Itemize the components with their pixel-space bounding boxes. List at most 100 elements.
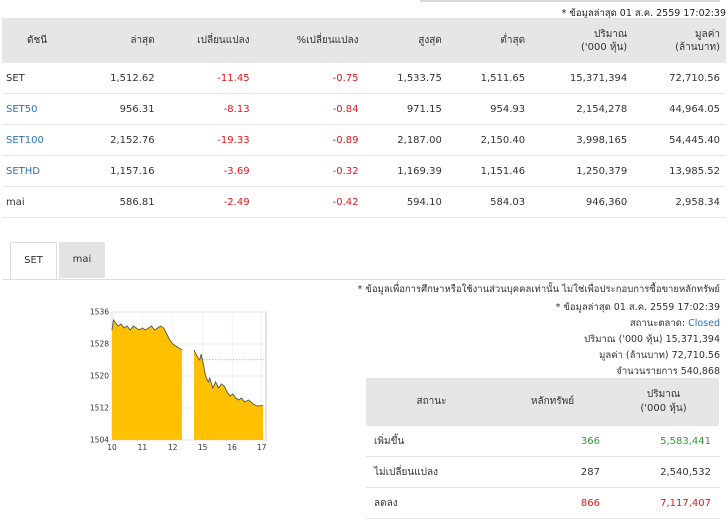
cell-value: 44,964.05 bbox=[633, 93, 726, 125]
x-tick-label: 16 bbox=[227, 443, 237, 452]
cell-last: 956.31 bbox=[77, 93, 161, 125]
cell-volume: 2,154,278 bbox=[531, 93, 634, 125]
cell-change: -8.13 bbox=[160, 93, 256, 125]
info-trades-label: จำนวนรายการ bbox=[616, 366, 678, 377]
count-unchanged: 287 bbox=[497, 456, 608, 488]
index-name: SET bbox=[2, 63, 78, 94]
info-value-value: 72,710.56 bbox=[671, 350, 720, 361]
tab-mai[interactable]: mai bbox=[59, 242, 105, 278]
disclaimer: * ข้อมูลเพื่อการศึกษาหรือใช้งานส่วนบุคคล… bbox=[357, 284, 720, 295]
cell-pct: -0.84 bbox=[255, 93, 365, 125]
cell-pct: -0.42 bbox=[255, 186, 365, 218]
volume-unchanged: 2,540,532 bbox=[608, 456, 719, 488]
cell-change: -3.69 bbox=[160, 155, 256, 187]
x-tick-label: 17 bbox=[257, 443, 267, 452]
cell-last: 2,152.76 bbox=[77, 124, 161, 156]
cell-high: 2,187.00 bbox=[364, 124, 448, 156]
info-value-label: มูลค่า (ล้านบาท) bbox=[599, 350, 669, 361]
col-status: สถานะ bbox=[366, 378, 497, 426]
cell-low: 584.03 bbox=[447, 186, 532, 218]
tab-set[interactable]: SET bbox=[10, 242, 57, 279]
y-tick-label: 1536 bbox=[90, 308, 109, 317]
info-value: มูลค่า (ล้านบาท) 72,710.56 bbox=[599, 348, 720, 363]
table-row: SET100 2,152.76 -19.33 -0.89 2,187.00 2,… bbox=[2, 124, 726, 156]
y-tick-label: 1520 bbox=[90, 372, 109, 381]
cell-last: 1,512.62 bbox=[77, 63, 161, 94]
status-decline: ลดลง bbox=[366, 487, 497, 519]
status-unchanged: ไม่เปลี่ยนแปลง bbox=[366, 456, 497, 488]
col-volume[interactable]: ปริมาณ ('000 หุ้น) bbox=[531, 18, 634, 63]
col-pct-change[interactable]: %เปลี่ยนแปลง bbox=[255, 18, 365, 63]
volume-decline: 7,117,407 bbox=[608, 487, 719, 519]
col-securities: หลักทรัพย์ bbox=[497, 378, 608, 426]
y-tick-label: 1512 bbox=[90, 404, 109, 413]
info-volume-label: ปริมาณ ('000 หุ้น) bbox=[584, 334, 663, 345]
market-status: สถานะตลาด: Closed bbox=[630, 316, 720, 331]
col-change[interactable]: เปลี่ยนแปลง bbox=[160, 18, 256, 63]
index-table: ดัชนี ล่าสุด เปลี่ยนแปลง %เปลี่ยนแปลง สู… bbox=[2, 18, 726, 218]
stat-table-header: สถานะ หลักทรัพย์ ปริมาณ ('000 หุ้น) bbox=[366, 378, 719, 426]
cell-change: -2.49 bbox=[160, 186, 256, 218]
advance-decline-table: สถานะ หลักทรัพย์ ปริมาณ ('000 หุ้น) เพิ่ม… bbox=[366, 378, 719, 519]
count-advance: 366 bbox=[497, 426, 608, 457]
cell-volume: 946,360 bbox=[531, 186, 634, 218]
count-decline: 866 bbox=[497, 487, 608, 519]
cell-high: 971.15 bbox=[364, 93, 448, 125]
table-row: SET 1,512.62 -11.45 -0.75 1,533.75 1,511… bbox=[2, 63, 726, 94]
cell-value: 2,958.34 bbox=[633, 186, 726, 218]
col-stat-volume: ปริมาณ ('000 หุ้น) bbox=[608, 378, 719, 426]
info-volume: ปริมาณ ('000 หุ้น) 15,371,394 bbox=[584, 332, 720, 347]
market-status-value: Closed bbox=[688, 318, 720, 329]
info-volume-value: 15,371,394 bbox=[665, 334, 720, 345]
x-tick-label: 10 bbox=[107, 443, 117, 452]
cell-value: 54,445.40 bbox=[633, 124, 726, 156]
cell-low: 1,151.46 bbox=[447, 155, 532, 187]
index-link-set100[interactable]: SET100 bbox=[2, 124, 78, 156]
index-link-set50[interactable]: SET50 bbox=[2, 93, 78, 125]
info-updated: * ข้อมูลล่าสุด 01 ส.ค. 2559 17:02:39 bbox=[555, 302, 720, 313]
volume-advance: 5,583,441 bbox=[608, 426, 719, 457]
cell-change: -11.45 bbox=[160, 63, 256, 94]
cell-pct: -0.32 bbox=[255, 155, 365, 187]
market-status-label: สถานะตลาด: bbox=[629, 318, 686, 329]
info-trades: จำนวนรายการ 540,868 bbox=[616, 364, 720, 379]
index-link-sethd[interactable]: SETHD bbox=[2, 155, 78, 187]
tab-divider bbox=[2, 279, 726, 280]
col-low[interactable]: ต่ำสุด bbox=[447, 18, 532, 63]
intraday-chart: 1536152815201512150410 11 12 15 16 17 bbox=[90, 308, 267, 453]
x-tick-label: 12 bbox=[168, 443, 178, 452]
index-name: mai bbox=[2, 186, 78, 218]
cell-pct: -0.75 bbox=[255, 63, 365, 94]
col-high[interactable]: สูงสุด bbox=[364, 18, 448, 63]
cell-high: 594.10 bbox=[364, 186, 448, 218]
cell-pct: -0.89 bbox=[255, 124, 365, 156]
index-table-header: ดัชนี ล่าสุด เปลี่ยนแปลง %เปลี่ยนแปลง สู… bbox=[2, 18, 726, 63]
info-trades-value: 540,868 bbox=[680, 366, 720, 377]
cell-last: 1,157.16 bbox=[77, 155, 161, 187]
cell-value: 13,985.52 bbox=[633, 155, 726, 187]
cell-volume: 15,371,394 bbox=[531, 63, 634, 94]
cell-low: 954.93 bbox=[447, 93, 532, 125]
table-row: ไม่เปลี่ยนแปลง 287 2,540,532 bbox=[366, 456, 719, 488]
x-tick-label: 11 bbox=[138, 443, 148, 452]
cell-high: 1,169.39 bbox=[364, 155, 448, 187]
col-last[interactable]: ล่าสุด bbox=[77, 18, 161, 63]
cell-volume: 1,250,379 bbox=[531, 155, 634, 187]
cell-volume: 3,998,165 bbox=[531, 124, 634, 156]
table-row: SET50 956.31 -8.13 -0.84 971.15 954.93 2… bbox=[2, 93, 726, 125]
cropped-text-strip bbox=[420, 0, 720, 3]
cell-value: 72,710.56 bbox=[633, 63, 726, 94]
table-row: SETHD 1,157.16 -3.69 -0.32 1,169.39 1,15… bbox=[2, 155, 726, 187]
cell-change: -19.33 bbox=[160, 124, 256, 156]
cell-last: 586.81 bbox=[77, 186, 161, 218]
y-tick-label: 1528 bbox=[90, 340, 109, 349]
status-advance: เพิ่มขึ้น bbox=[366, 426, 497, 457]
cell-low: 2,150.40 bbox=[447, 124, 532, 156]
cell-high: 1,533.75 bbox=[364, 63, 448, 94]
x-tick-label: 15 bbox=[198, 443, 208, 452]
table-row: เพิ่มขึ้น 366 5,583,441 bbox=[366, 426, 719, 457]
col-value[interactable]: มูลค่า (ล้านบาท) bbox=[633, 18, 726, 63]
table-row: ลดลง 866 7,117,407 bbox=[366, 487, 719, 519]
col-index[interactable]: ดัชนี bbox=[2, 18, 78, 63]
table-row: mai 586.81 -2.49 -0.42 594.10 584.03 946… bbox=[2, 186, 726, 218]
